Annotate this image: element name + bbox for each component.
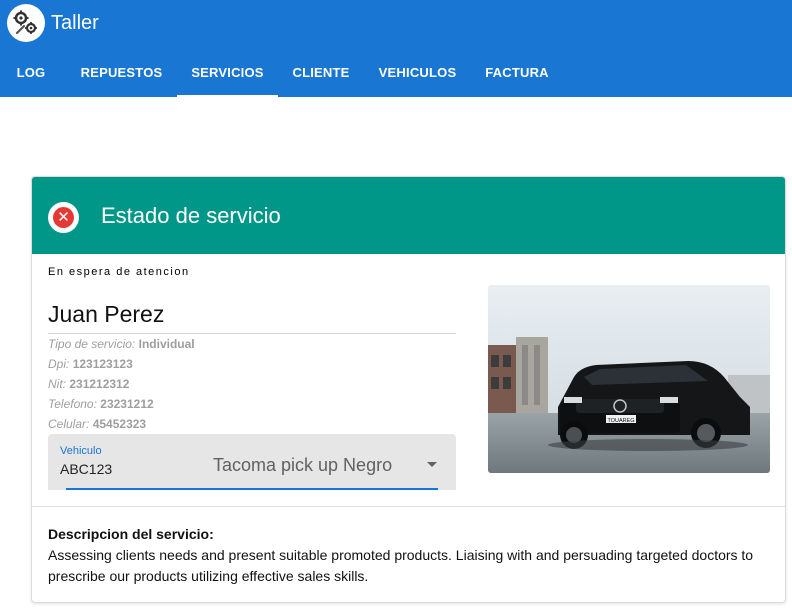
status-text: En espera de atencion	[48, 266, 190, 278]
info-label: Celular:	[48, 417, 90, 431]
tab-servicios[interactable]: SERVICIOS	[177, 49, 278, 97]
info-celular: Celular: 45452323	[48, 416, 146, 432]
app-bar: Taller LOG REPUESTOS SERVICIOS CLIENTE V…	[0, 0, 792, 97]
info-dpi: Dpi: 123123123	[48, 356, 133, 372]
divider	[48, 333, 456, 334]
nav-tabs: LOG REPUESTOS SERVICIOS CLIENTE VEHICULO…	[0, 49, 792, 97]
app-title: Taller	[51, 12, 99, 34]
card-title: Estado de servicio	[101, 203, 281, 228]
info-label: Telefono:	[48, 397, 97, 411]
info-value: Individual	[138, 337, 195, 351]
tab-log[interactable]: LOG	[0, 49, 62, 97]
info-label: Tipo de servicio:	[48, 337, 136, 351]
gears-wrench-icon[interactable]	[7, 4, 45, 42]
info-value: 231212312	[69, 377, 130, 391]
info-telefono: Telefono: 23231212	[48, 396, 154, 412]
card-header: ✕ Estado de servicio	[32, 177, 785, 254]
info-label: Nit:	[48, 377, 66, 391]
info-nit: Nit: 231212312	[48, 376, 129, 392]
info-value: 23231212	[100, 397, 154, 411]
info-value: 123123123	[72, 357, 133, 371]
tab-cliente[interactable]: CLIENTE	[278, 49, 364, 97]
tab-factura[interactable]: FACTURA	[471, 49, 563, 97]
info-value: 45452323	[92, 417, 147, 431]
close-circle-icon: ✕	[48, 202, 79, 233]
vehicle-select-label: Vehiculo	[60, 445, 102, 457]
tab-vehiculos[interactable]: VEHICULOS	[364, 49, 471, 97]
client-name: Juan Perez	[48, 301, 165, 327]
vehicle-select-underline	[66, 488, 438, 490]
chevron-down-icon[interactable]	[427, 462, 437, 467]
vehicle-select[interactable]: Vehiculo ABC123 Tacoma pick up Negro	[48, 434, 456, 490]
license-plate: TOUAREG	[607, 418, 634, 424]
tab-repuestos[interactable]: REPUESTOS	[62, 49, 181, 97]
description-title: Descripcion del servicio:	[48, 526, 214, 542]
vehicle-photo: TOUAREG	[488, 285, 770, 473]
service-status-card: ✕ Estado de servicio En espera de atenci…	[31, 176, 786, 603]
vehicle-plate: ABC123	[60, 461, 113, 477]
info-label: Dpi:	[48, 357, 70, 371]
info-service-type: Tipo de servicio: Individual	[48, 336, 195, 352]
divider	[32, 506, 785, 507]
vehicle-select-value: Tacoma pick up Negro	[213, 455, 393, 475]
description-text: Assessing clients needs and present suit…	[48, 547, 754, 584]
